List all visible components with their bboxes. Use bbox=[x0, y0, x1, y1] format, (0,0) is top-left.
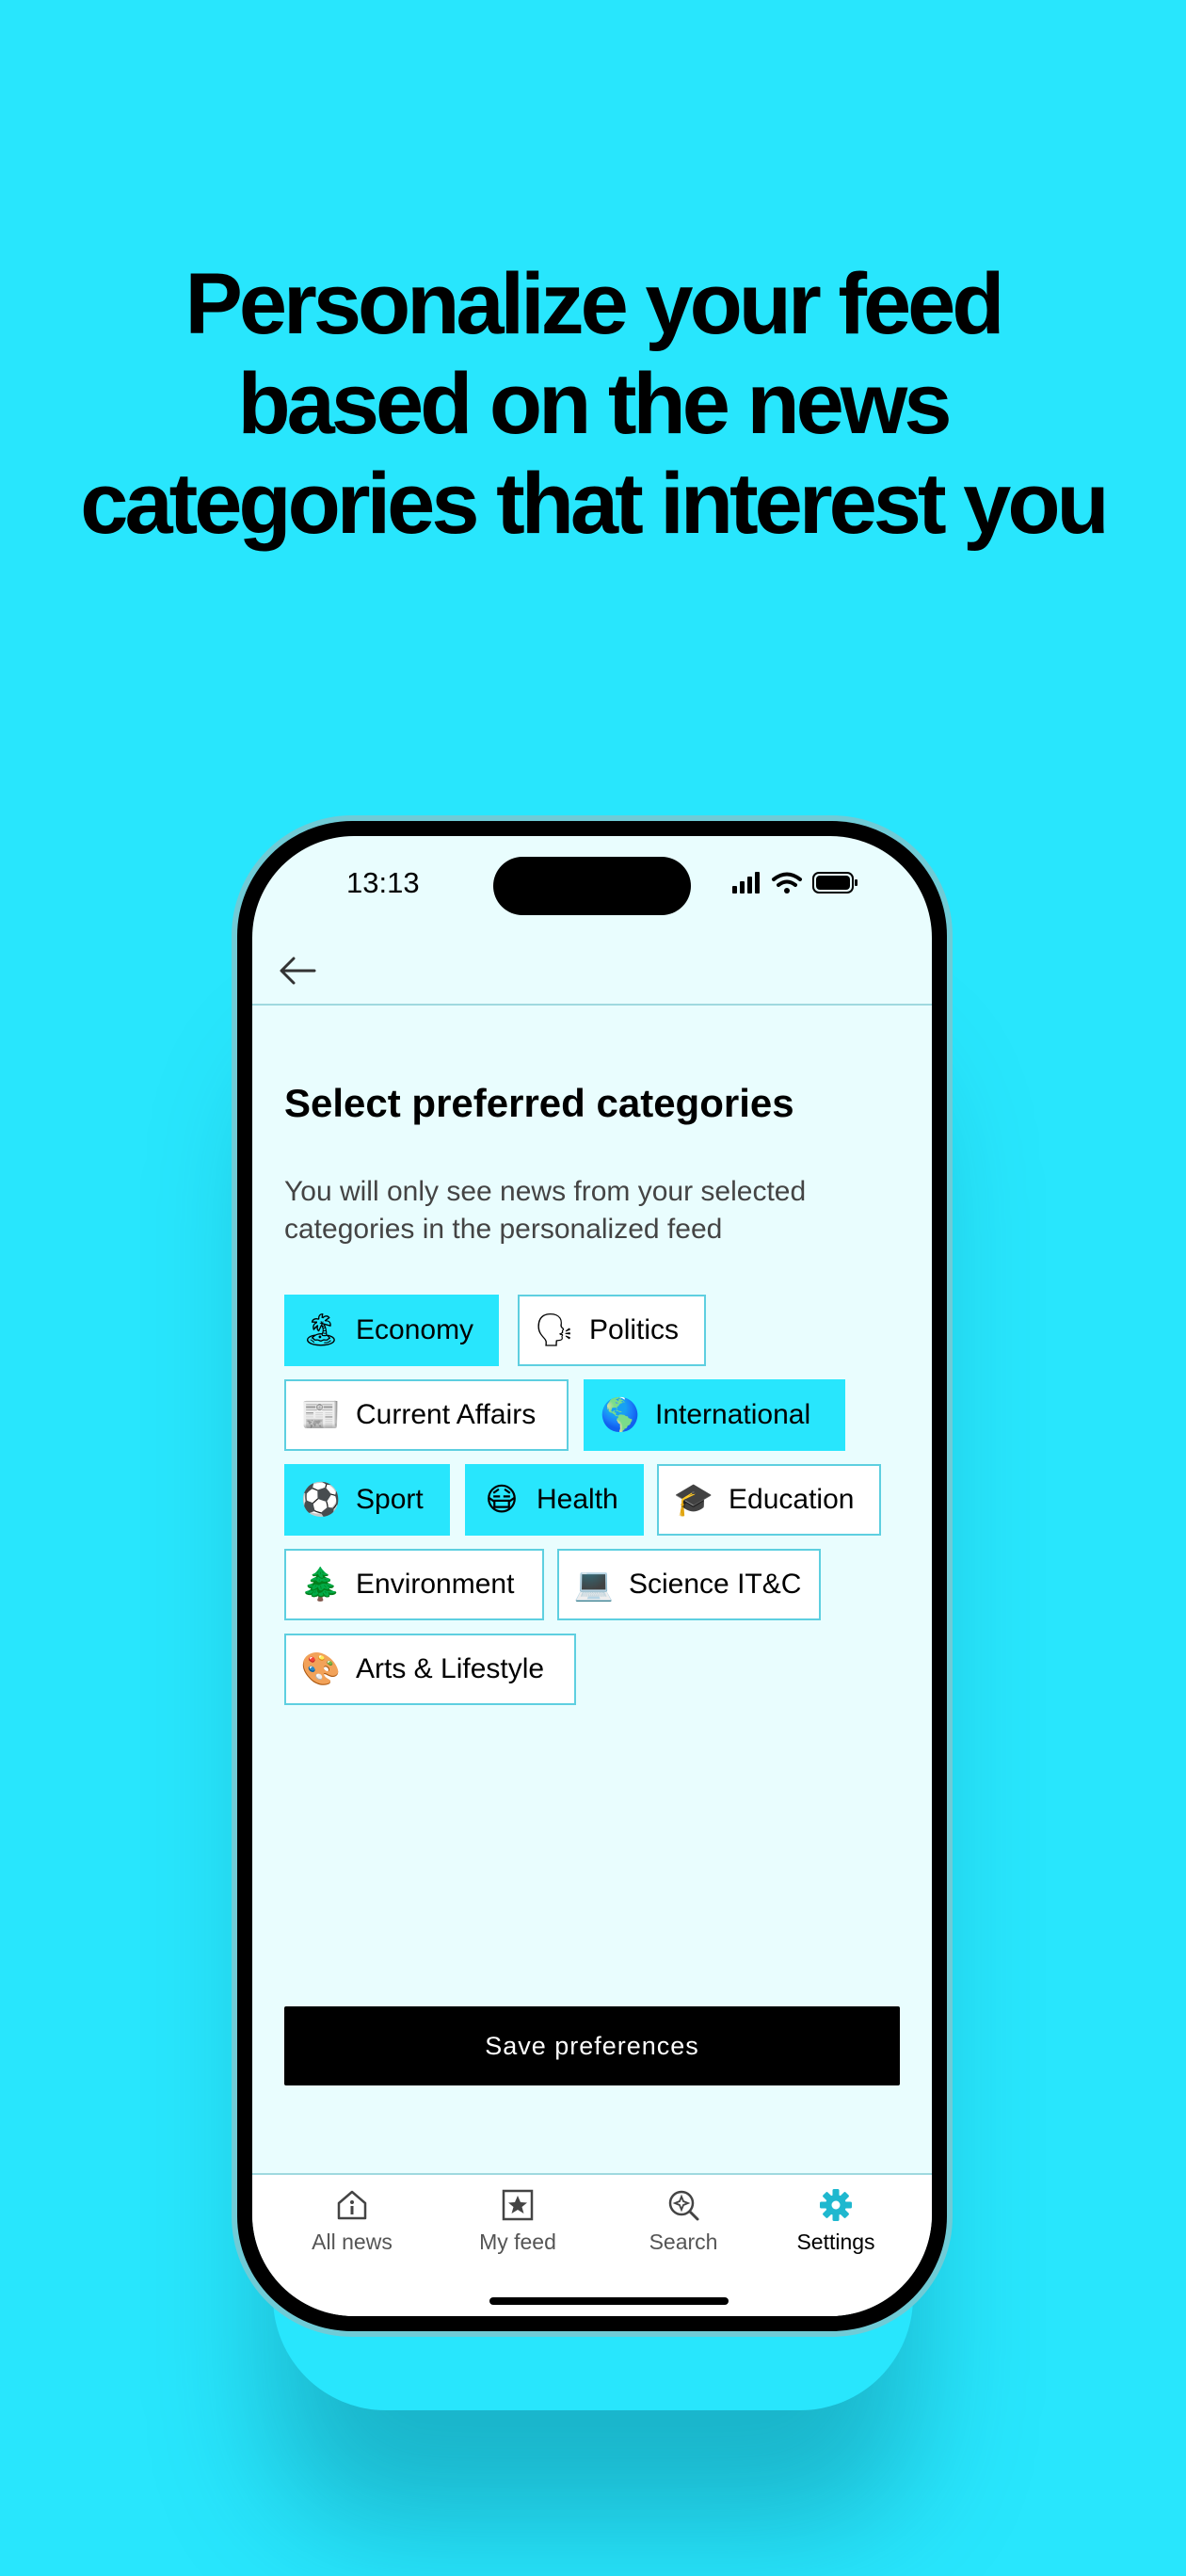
economy-emoji-icon: 🏝 bbox=[300, 1312, 342, 1348]
health-emoji-icon: 😷 bbox=[485, 1482, 519, 1518]
headline: Personalize your feed based on the news … bbox=[0, 254, 1186, 554]
category-label: Health bbox=[537, 1484, 618, 1515]
category-label: Arts & Lifestyle bbox=[356, 1653, 545, 1684]
category-label: Economy bbox=[356, 1314, 474, 1345]
arts-lifestyle-emoji-icon: 🎨 bbox=[300, 1651, 342, 1687]
category-label: International bbox=[655, 1399, 811, 1430]
bottom-tab-bar: All news My feed Search Settings bbox=[252, 2173, 932, 2316]
category-chip-politics[interactable]: 🗣 Politics bbox=[518, 1295, 706, 1366]
tab-label: All news bbox=[312, 2230, 393, 2254]
politics-emoji-icon: 🗣 bbox=[534, 1312, 575, 1348]
tab-my-feed[interactable]: My feed bbox=[433, 2175, 602, 2269]
category-chip-science-itc[interactable]: 💻 Science IT&C bbox=[557, 1549, 821, 1620]
signal-icon bbox=[732, 872, 760, 894]
tab-label: My feed bbox=[479, 2230, 556, 2254]
current-affairs-emoji-icon: 📰 bbox=[300, 1397, 342, 1433]
category-chip-international[interactable]: 🌎 International bbox=[584, 1379, 845, 1451]
header-bar bbox=[252, 930, 932, 1006]
environment-emoji-icon: 🌲 bbox=[300, 1567, 342, 1602]
category-chip-environment[interactable]: 🌲 Environment bbox=[284, 1549, 544, 1620]
category-chip-health[interactable]: 😷 Health bbox=[465, 1464, 644, 1536]
page-title: Select preferred categories bbox=[284, 1081, 794, 1125]
international-emoji-icon: 🌎 bbox=[600, 1397, 641, 1433]
headline-line-2: based on the news bbox=[237, 356, 952, 452]
category-label: Current Affairs bbox=[356, 1399, 537, 1430]
category-label: Education bbox=[729, 1484, 855, 1515]
category-chip-current-affairs[interactable]: 📰 Current Affairs bbox=[284, 1379, 569, 1451]
category-chip-education[interactable]: 🎓 Education bbox=[657, 1464, 881, 1536]
category-label: Politics bbox=[589, 1314, 680, 1345]
category-chip-sport[interactable]: ⚽ Sport bbox=[284, 1464, 450, 1536]
category-chip-arts-lifestyle[interactable]: 🎨 Arts & Lifestyle bbox=[284, 1634, 576, 1705]
category-label: Environment bbox=[356, 1569, 515, 1600]
tab-settings[interactable]: Settings bbox=[751, 2175, 921, 2269]
status-icons bbox=[732, 872, 857, 894]
star-icon bbox=[502, 2189, 534, 2221]
home-icon bbox=[337, 2190, 367, 2220]
home-indicator bbox=[489, 2297, 729, 2305]
battery-icon bbox=[812, 872, 857, 894]
headline-line-1: Personalize your feed bbox=[184, 256, 1005, 352]
education-emoji-icon: 🎓 bbox=[673, 1482, 714, 1518]
tab-label: Search bbox=[649, 2230, 718, 2254]
back-arrow-icon[interactable] bbox=[275, 947, 322, 994]
gear-icon bbox=[820, 2189, 852, 2221]
tab-all-news[interactable]: All news bbox=[267, 2175, 437, 2269]
science-itc-emoji-icon: 💻 bbox=[573, 1567, 615, 1602]
search-icon bbox=[668, 2190, 699, 2221]
tab-label: Settings bbox=[796, 2230, 875, 2254]
tab-search[interactable]: Search bbox=[599, 2175, 768, 2269]
category-label: Science IT&C bbox=[629, 1569, 802, 1600]
dynamic-island bbox=[493, 857, 691, 915]
page-subtitle: You will only see news from your selecte… bbox=[284, 1176, 807, 1245]
category-chip-economy[interactable]: 🏝 Economy bbox=[284, 1295, 499, 1366]
wifi-icon bbox=[772, 872, 802, 894]
sport-emoji-icon: ⚽ bbox=[300, 1482, 342, 1518]
phone-screen: 13:13 Select preferred categories You wi… bbox=[252, 836, 932, 2316]
status-time: 13:13 bbox=[346, 866, 420, 899]
category-label: Sport bbox=[356, 1484, 424, 1515]
save-preferences-button[interactable]: Save preferences bbox=[284, 2006, 900, 2085]
headline-line-3: categories that interest you bbox=[80, 456, 1109, 552]
